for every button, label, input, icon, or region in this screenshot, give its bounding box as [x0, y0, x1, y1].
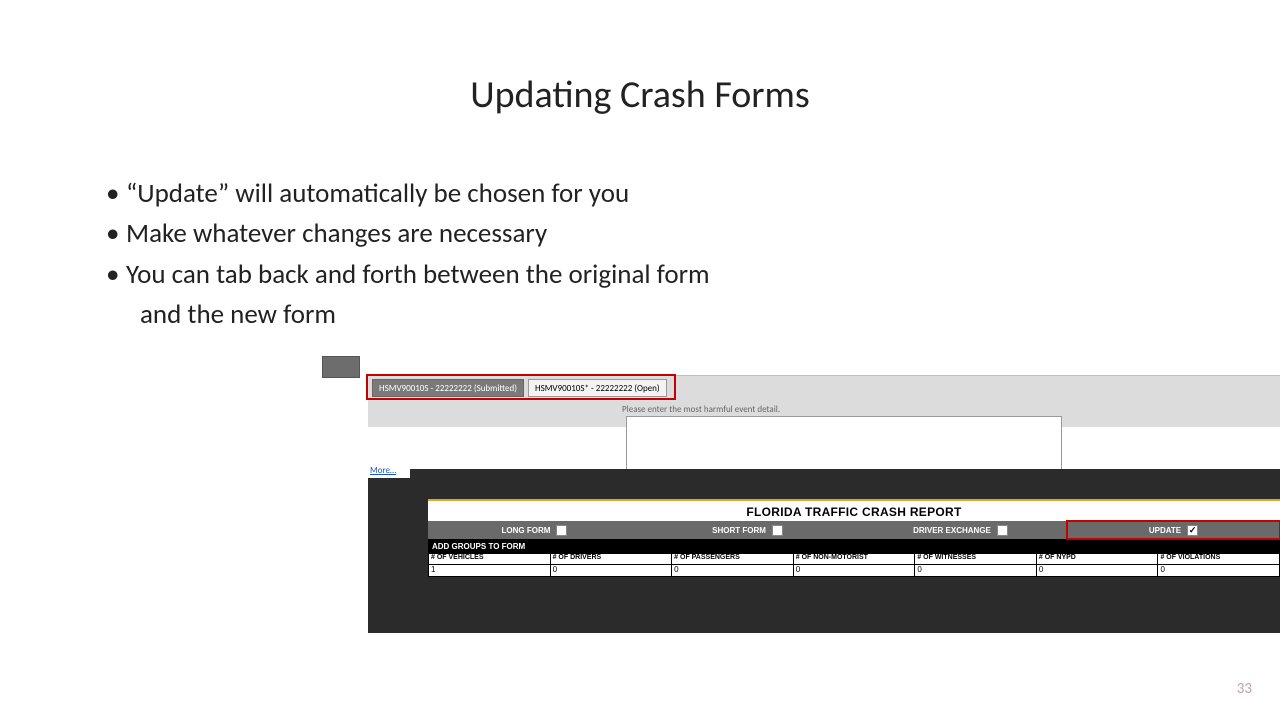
col-violations: # OF VIOLATIONS [1157, 553, 1280, 565]
form-type-short[interactable]: SHORT FORM [641, 521, 854, 539]
report-title: FLORIDA TRAFFIC CRASH REPORT [428, 505, 1280, 519]
val-passengers[interactable]: 0 [671, 565, 793, 577]
more-link[interactable]: More… [356, 465, 410, 478]
form-type-label: LONG FORM [502, 526, 551, 535]
bullet-text: “Update” will automatically be chosen fo… [126, 177, 629, 210]
col-nypd: # OF NYPD [1036, 553, 1158, 565]
col-passengers: # OF PASSENGERS [671, 553, 793, 565]
page-number: 33 [1237, 680, 1252, 698]
tab-bar-area: HSMV90010S - 22222222 (Submitted) HSMV90… [368, 375, 1280, 427]
sidebar-thumb [322, 356, 360, 378]
bullet-list: •“Update” will automatically be chosen f… [106, 176, 926, 338]
tab-bar: HSMV90010S - 22222222 (Submitted) HSMV90… [372, 379, 667, 397]
tab-open[interactable]: HSMV90010S* - 22222222 (Open) [528, 379, 667, 397]
slide: Updating Crash Forms •“Update” will auto… [0, 0, 1280, 720]
col-witnesses: # OF WITNESSES [914, 553, 1036, 565]
col-nonmotorist: # OF NON-MOTORIST [793, 553, 915, 565]
val-violations[interactable]: 0 [1157, 565, 1280, 577]
check-icon: ✓ [1189, 526, 1197, 535]
form-type-row: LONG FORM SHORT FORM DRIVER EXCHANGE UPD… [428, 521, 1280, 539]
tab-submitted[interactable]: HSMV90010S - 22222222 (Submitted) [372, 379, 524, 397]
form-type-label: UPDATE [1149, 526, 1181, 535]
form-type-label: DRIVER EXCHANGE [913, 526, 991, 535]
slide-title: Updating Crash Forms [0, 72, 1280, 118]
prompt-label: Please enter the most harmful event deta… [622, 404, 780, 415]
checkbox-driver-exchange[interactable] [997, 525, 1008, 536]
bullet-item: •Make whatever changes are necessary [106, 216, 926, 252]
event-detail-textarea[interactable] [626, 416, 1062, 476]
val-witnesses[interactable]: 0 [914, 565, 1036, 577]
crash-report-form: FLORIDA TRAFFIC CRASH REPORT LONG FORM S… [428, 499, 1280, 577]
embedded-screenshot: HSMV90010S - 22222222 (Submitted) HSMV90… [368, 375, 1280, 633]
val-nypd[interactable]: 0 [1036, 565, 1158, 577]
val-nonmotorist[interactable]: 0 [793, 565, 915, 577]
form-type-driver-exchange[interactable]: DRIVER EXCHANGE [854, 521, 1067, 539]
checkbox-short[interactable] [772, 525, 783, 536]
bullet-item: •You can tab back and forth between the … [106, 257, 926, 293]
bullet-text: You can tab back and forth between the o… [126, 258, 710, 291]
val-drivers[interactable]: 0 [550, 565, 672, 577]
count-value-row: 1 0 0 0 0 0 0 [428, 565, 1280, 577]
form-type-long[interactable]: LONG FORM [428, 521, 641, 539]
form-dark-panel: More… FLORIDA TRAFFIC CRASH REPORT LONG … [368, 469, 1280, 633]
checkbox-update[interactable]: ✓ [1187, 525, 1198, 536]
add-groups-row: ADD GROUPS TO FORM [428, 539, 1280, 553]
bullet-text: Make whatever changes are necessary [126, 217, 547, 250]
bullet-item: •“Update” will automatically be chosen f… [106, 176, 926, 212]
form-type-label: SHORT FORM [712, 526, 766, 535]
col-drivers: # OF DRIVERS [550, 553, 672, 565]
checkbox-long[interactable] [556, 525, 567, 536]
count-header-row: # OF VEHICLES # OF DRIVERS # OF PASSENGE… [428, 553, 1280, 565]
val-vehicles[interactable]: 1 [428, 565, 550, 577]
bullet-item-wrap: and the new form [106, 297, 926, 333]
col-vehicles: # OF VEHICLES [428, 553, 550, 565]
form-type-update[interactable]: UPDATE ✓ [1067, 521, 1280, 539]
bullet-text: and the new form [140, 298, 336, 331]
